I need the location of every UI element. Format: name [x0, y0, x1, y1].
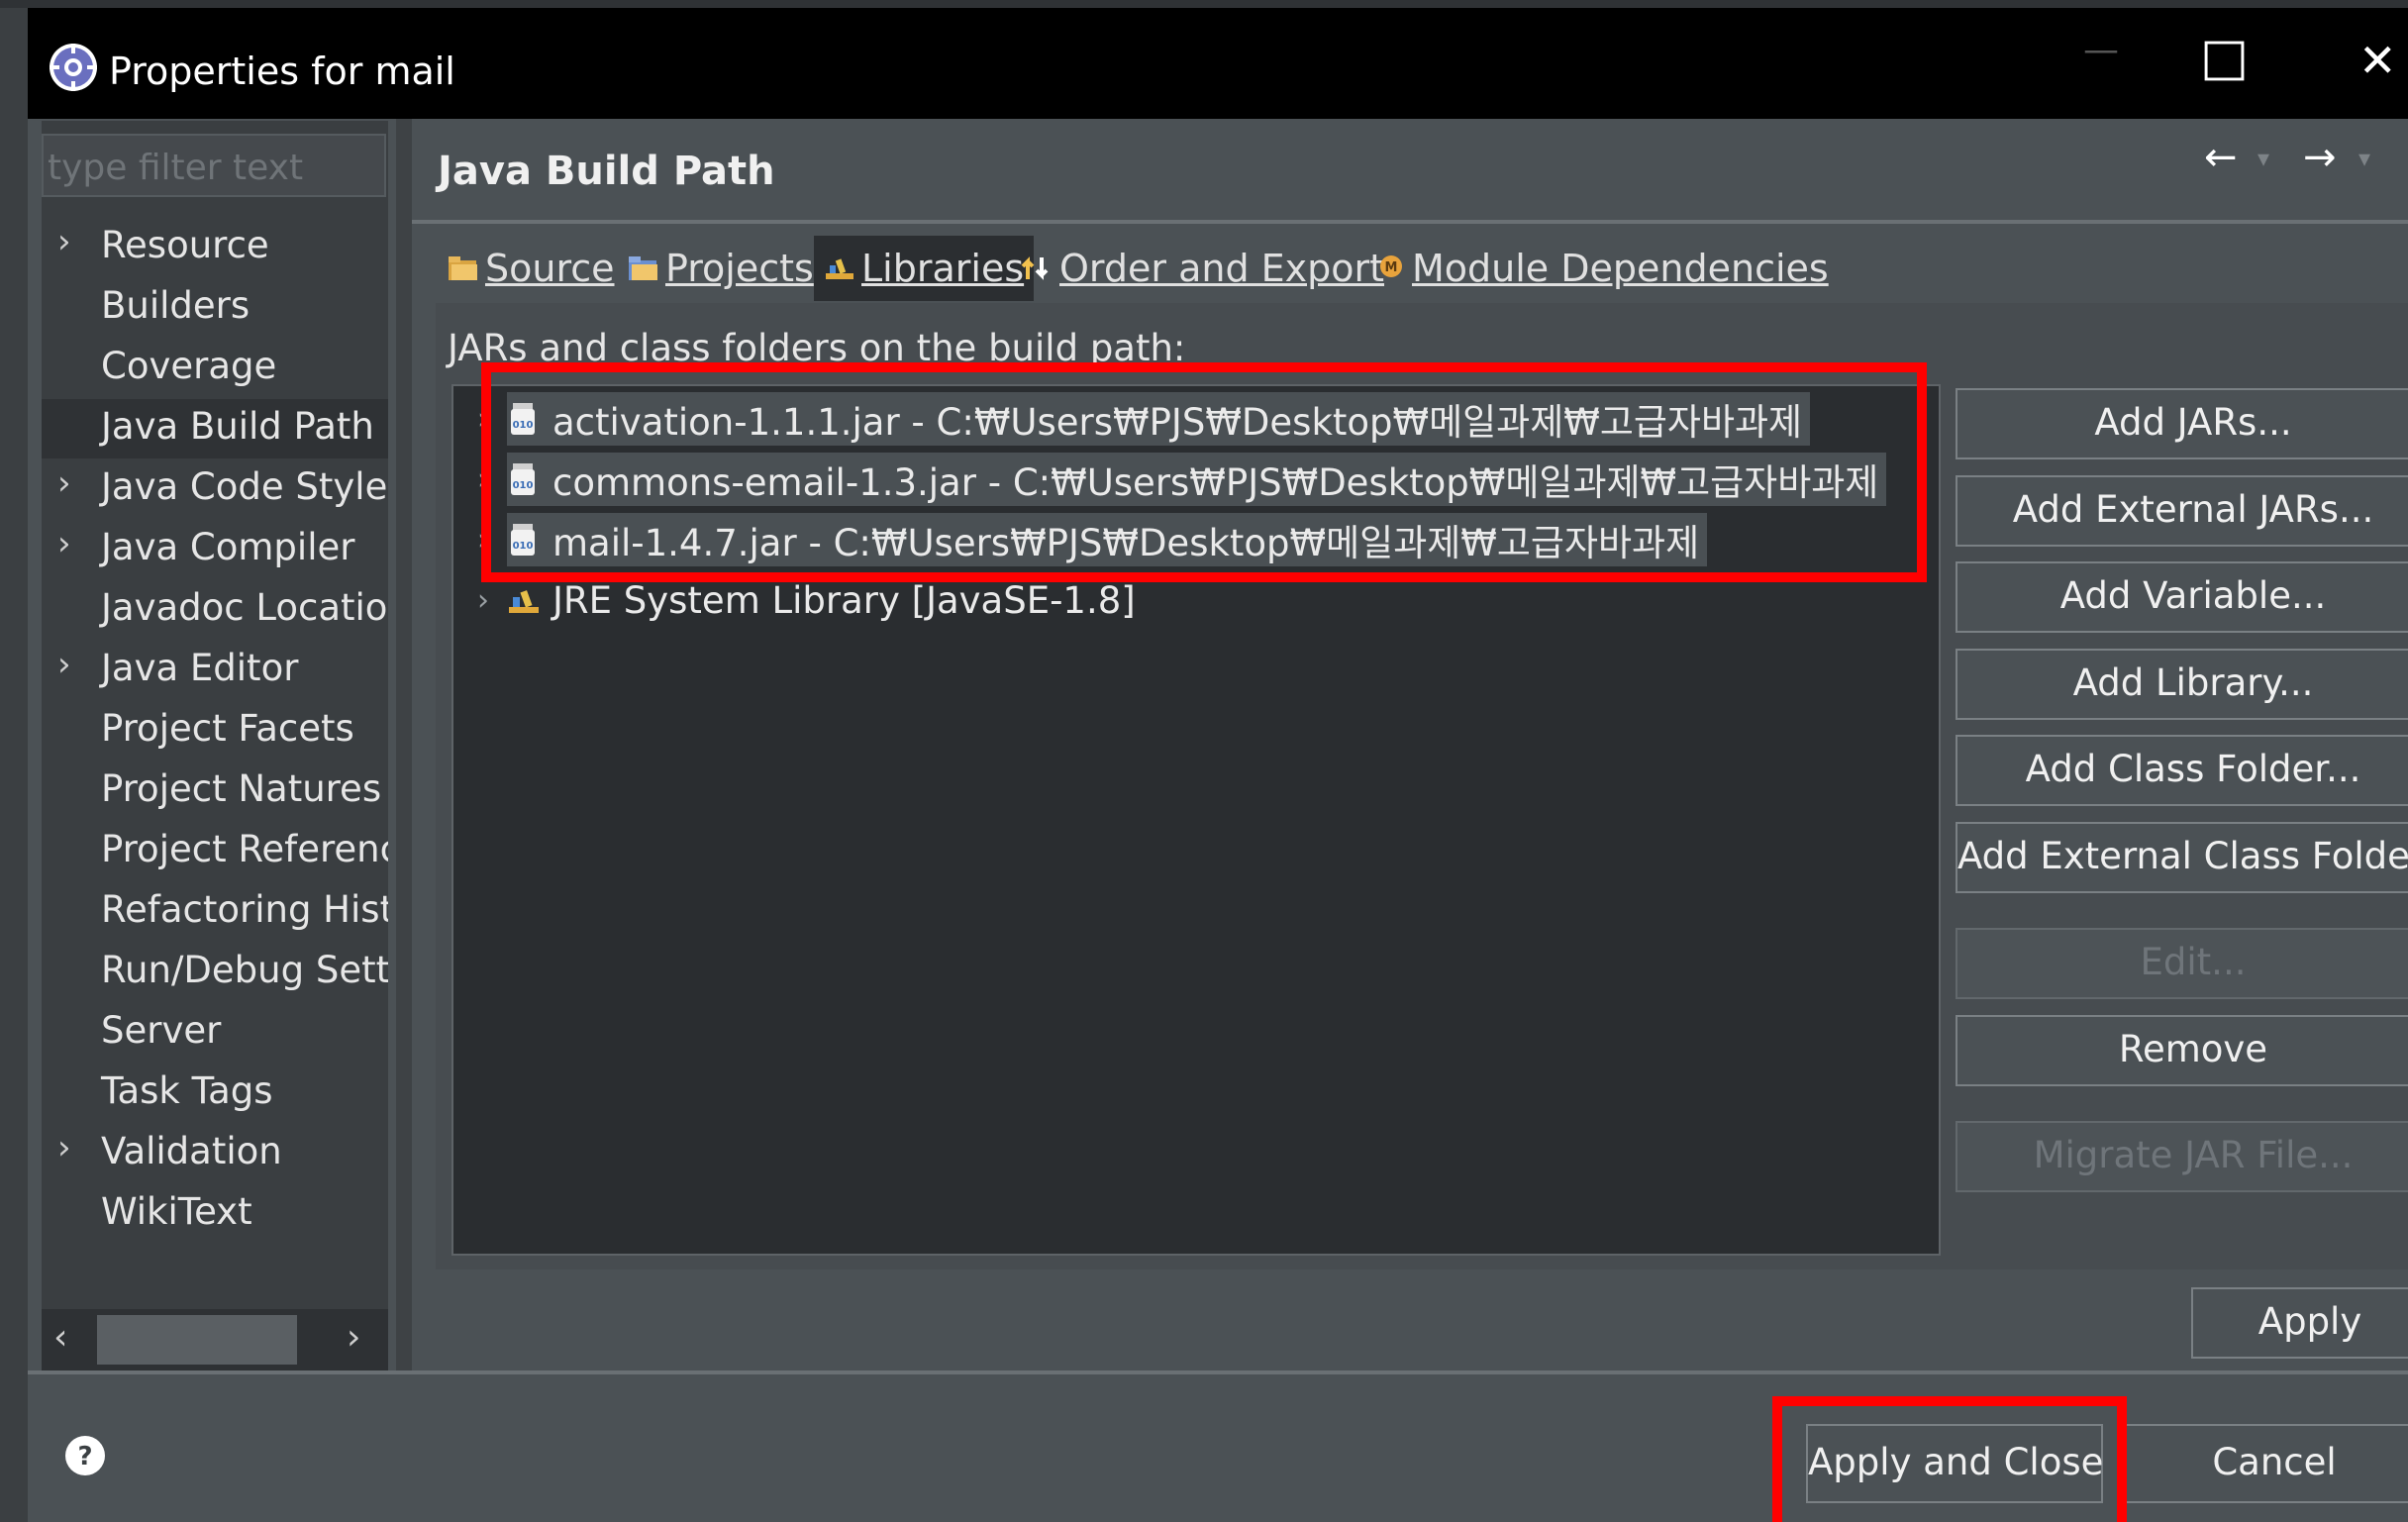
apply-button[interactable]: Apply: [2191, 1287, 2408, 1359]
sidebar-item-coverage[interactable]: Coverage: [42, 339, 388, 398]
sidebar-item-refactoring-history[interactable]: Refactoring History: [42, 882, 388, 942]
sidebar-item-wikitext[interactable]: WikiText: [42, 1184, 388, 1244]
sidebar-item-label: Project Facets: [101, 707, 354, 750]
jar-highlight-box: [481, 362, 1927, 582]
back-dropdown-icon[interactable]: ▾: [2258, 145, 2269, 172]
tab-label: Projects: [665, 247, 814, 290]
sidebar-item-label: Builders: [101, 284, 251, 327]
sidebar-item-validation[interactable]: › Validation: [42, 1124, 388, 1183]
sidebar-item-project-references[interactable]: Project References: [42, 822, 388, 881]
add-jars-button[interactable]: Add JARs...: [1956, 388, 2408, 459]
sidebar-item-label: Coverage: [101, 345, 277, 387]
source-folder-icon: [449, 256, 477, 280]
sidebar-item-label: Java Editor: [101, 647, 299, 689]
module-icon: M: [1380, 255, 1402, 277]
sidebar-item-project-natures[interactable]: Project Natures: [42, 761, 388, 821]
forward-arrow-icon[interactable]: →: [2303, 135, 2337, 180]
sidebar-item-label: Validation: [101, 1130, 282, 1172]
remove-button[interactable]: Remove: [1956, 1015, 2408, 1086]
forward-dropdown-icon[interactable]: ▾: [2358, 145, 2370, 172]
sidebar-item-label: Javadoc Location: [101, 586, 388, 629]
sidebar-tree: › Resource Builders Coverage Java Build …: [42, 218, 388, 1307]
tab-label: Source: [485, 247, 615, 290]
add-external-class-folder-button[interactable]: Add External Class Folder...: [1956, 822, 2408, 893]
sidebar-item-task-tags[interactable]: Task Tags: [42, 1064, 388, 1123]
tree-row-label: JRE System Library [JavaSE-1.8]: [552, 578, 1136, 622]
tab-module-dependencies[interactable]: M Module Dependencies: [1376, 236, 1829, 301]
page-title: Java Build Path: [438, 149, 775, 194]
tab-label: Module Dependencies: [1412, 247, 1829, 290]
chevron-right-icon[interactable]: ›: [57, 222, 71, 261]
close-button[interactable]: ✕: [2358, 34, 2397, 87]
chevron-right-icon[interactable]: ›: [57, 524, 71, 563]
library-icon: [509, 590, 539, 613]
sidebar-item-run-debug-settings[interactable]: Run/Debug Settings: [42, 943, 388, 1002]
sidebar-item-builders[interactable]: Builders: [42, 278, 388, 338]
sidebar-item-label: Refactoring History: [101, 888, 388, 931]
editor-top-strip: [0, 0, 2408, 8]
scroll-left-icon[interactable]: ‹: [53, 1317, 67, 1358]
back-arrow-icon[interactable]: ←: [2204, 135, 2238, 180]
sidebar-item-java-build-path[interactable]: Java Build Path: [42, 399, 388, 458]
sidebar-item-label: Task Tags: [101, 1069, 273, 1112]
svg-text:?: ?: [77, 1442, 92, 1471]
tab-source[interactable]: Source: [448, 236, 615, 301]
chevron-right-icon[interactable]: ›: [57, 645, 71, 684]
apply-close-highlight-box: [1772, 1396, 2127, 1522]
chevron-right-icon[interactable]: ›: [57, 1128, 71, 1167]
sidebar-item-label: Server: [101, 1009, 222, 1052]
sidebar-item-server[interactable]: Server: [42, 1003, 388, 1063]
maximize-button[interactable]: □: [2200, 28, 2249, 87]
scrollbar-thumb[interactable]: [97, 1315, 297, 1365]
add-library-button[interactable]: Add Library...: [1956, 649, 2408, 720]
minimize-button[interactable]: —: [2071, 30, 2131, 70]
tab-projects[interactable]: Projects: [628, 236, 814, 301]
help-icon[interactable]: ?: [63, 1434, 107, 1477]
cancel-button[interactable]: Cancel: [2121, 1424, 2408, 1503]
migrate-jar-button[interactable]: Migrate JAR File...: [1956, 1121, 2408, 1192]
sidebar-item-label: Java Code Style: [101, 465, 388, 508]
add-external-jars-button[interactable]: Add External JARs...: [1956, 475, 2408, 547]
svg-text:M: M: [1385, 260, 1398, 275]
sidebar-item-resource[interactable]: › Resource: [42, 218, 388, 277]
chevron-right-icon[interactable]: ›: [459, 583, 507, 618]
chevron-right-icon[interactable]: ›: [57, 463, 71, 503]
edit-button[interactable]: Edit...: [1956, 928, 2408, 999]
pane-splitter[interactable]: [396, 119, 412, 1370]
tab-libraries[interactable]: Libraries: [814, 236, 1035, 301]
editor-background-strip: [0, 0, 28, 1522]
window-title: Properties for mail: [109, 50, 455, 93]
filter-input[interactable]: type filter text: [42, 134, 386, 197]
tab-order-and-export[interactable]: Order and Export: [1020, 236, 1384, 301]
sidebar-item-label: Run/Debug Settings: [101, 949, 388, 991]
sidebar-item-label: Java Compiler: [101, 526, 355, 568]
sidebar-item-java-code-style[interactable]: › Java Code Style: [42, 459, 388, 519]
libraries-icon: [826, 258, 853, 279]
projects-folder-icon: [629, 256, 657, 280]
scroll-right-icon[interactable]: ›: [347, 1317, 360, 1358]
tab-label: Order and Export: [1059, 247, 1385, 290]
tree-row-jre-system-library[interactable]: › JRE System Library [JavaSE-1.8]: [459, 575, 1886, 625]
order-export-icon: [1021, 256, 1049, 280]
eclipse-gear-icon: [46, 40, 101, 95]
sidebar-item-label: WikiText: [101, 1190, 252, 1233]
sidebar-item-project-facets[interactable]: Project Facets: [42, 701, 388, 761]
sidebar-item-java-editor[interactable]: › Java Editor: [42, 641, 388, 700]
sidebar-item-label: Project Natures: [101, 767, 382, 810]
sidebar-item-java-compiler[interactable]: › Java Compiler: [42, 520, 388, 579]
sidebar-item-javadoc-location[interactable]: Javadoc Location: [42, 580, 388, 640]
sidebar-item-label: Project References: [101, 828, 388, 870]
add-variable-button[interactable]: Add Variable...: [1956, 561, 2408, 633]
sidebar-item-label: Resource: [101, 224, 269, 266]
add-class-folder-button[interactable]: Add Class Folder...: [1956, 735, 2408, 806]
sidebar-item-label: Java Build Path: [101, 405, 374, 448]
tab-label: Libraries: [861, 247, 1025, 290]
